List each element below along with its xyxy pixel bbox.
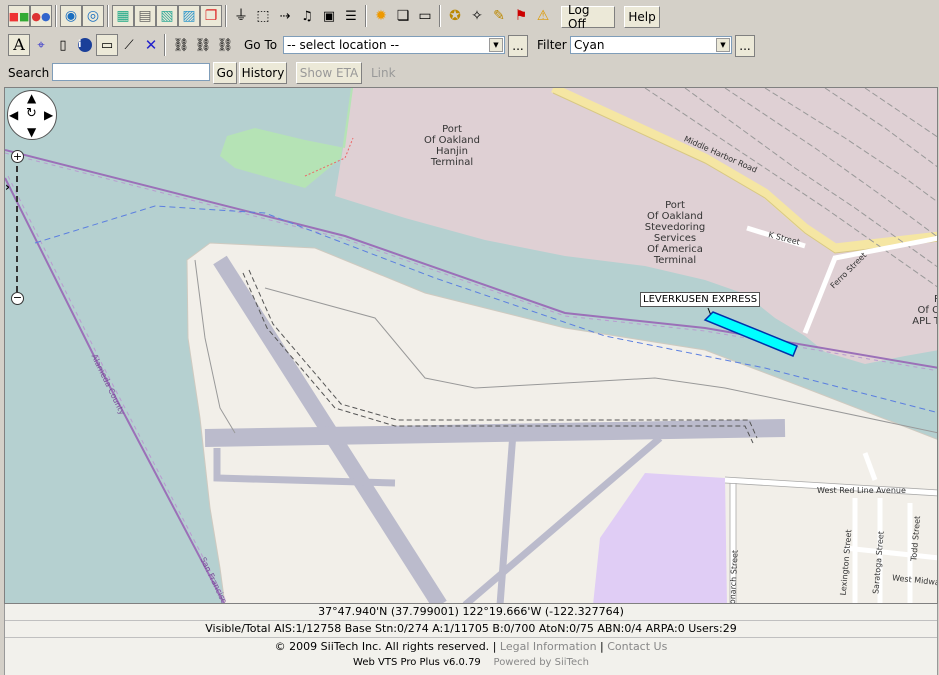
globe-icon[interactable]: ◉ xyxy=(60,5,82,27)
goto-more-button[interactable]: ... xyxy=(508,35,528,57)
park-area xyxy=(220,88,353,188)
link-2-icon[interactable]: ⛓ xyxy=(192,34,214,56)
copy-pages-icon[interactable]: ❏ xyxy=(392,5,414,27)
windows-logo-icon[interactable]: ■ ■ xyxy=(8,5,30,27)
goto-label: Go To xyxy=(244,38,278,52)
help-button[interactable]: Help xyxy=(624,6,660,28)
satellite-layer-icon[interactable]: ▨ xyxy=(178,5,200,27)
secondary-toolbar: A ⌖ ▯ i ▭ ⟋ ✕ ⛓ ⛓ ⛓ Go To -- select loca… xyxy=(0,32,939,59)
monitor-icon[interactable]: ▣ xyxy=(318,5,340,27)
map-layer-icon[interactable]: ▧ xyxy=(156,5,178,27)
goto-select[interactable]: -- select location -- ▼ xyxy=(283,36,505,54)
vessel-label[interactable]: LEVERKUSEN EXPRESS xyxy=(640,292,761,307)
map-view[interactable]: Port Of Oakland Hanjin Terminal Port Of … xyxy=(4,87,938,604)
separator xyxy=(225,5,227,27)
pan-control[interactable]: ▲ ▼ ◀ ▶ ↻ xyxy=(7,90,57,140)
ruler-tool-icon[interactable]: ▯ xyxy=(52,34,74,56)
separator xyxy=(107,5,109,27)
apl-terminal-label: P Of O APL T xyxy=(912,294,937,327)
pointer-tool-icon[interactable]: ⌖ xyxy=(30,34,52,56)
hanjin-terminal-label: Port Of Oakland Hanjin Terminal xyxy=(424,124,480,168)
filter-label: Filter xyxy=(537,38,567,52)
chart-layer-icon[interactable]: ▦ xyxy=(112,5,134,27)
copyright-text: © 2009 SiiTech Inc. All rights reserved. xyxy=(274,640,490,653)
separator xyxy=(365,5,367,27)
pan-right-icon[interactable]: ▶ xyxy=(44,108,53,122)
globe-network-icon[interactable]: ◎ xyxy=(82,5,104,27)
version-line: Web VTS Pro Plus v6.0.79 Powered by SiiT… xyxy=(5,656,937,670)
track-icon[interactable]: ⇢ xyxy=(274,5,296,27)
text-tool-button[interactable]: A xyxy=(8,34,30,56)
clear-x-icon[interactable]: ✕ xyxy=(140,34,162,56)
reset-view-icon[interactable]: ↻ xyxy=(26,106,37,121)
contact-us-link[interactable]: Contact Us xyxy=(607,640,667,653)
log-off-button[interactable]: Log Off xyxy=(561,3,615,31)
search-label: Search xyxy=(8,66,50,80)
legal-information-link[interactable]: Legal Information xyxy=(500,640,597,653)
filter-selected-value: Cyan xyxy=(574,38,605,52)
history-button[interactable]: History xyxy=(239,62,287,84)
flag-icon[interactable]: ⚑ xyxy=(510,5,532,27)
separator xyxy=(439,5,441,27)
folder-star-icon[interactable]: ✪ xyxy=(444,5,466,27)
pan-down-icon[interactable]: ▼ xyxy=(27,125,36,139)
show-eta-button[interactable]: Show ETA xyxy=(296,62,362,84)
footer-separator: | xyxy=(492,640,500,653)
footer-links: © 2009 SiiTech Inc. All rights reserved.… xyxy=(5,639,937,655)
ssa-terminal-label: Port Of Oakland Stevedoring Services Of … xyxy=(644,200,706,266)
powered-by-text: Powered by SiiTech xyxy=(493,657,589,668)
select-area-icon[interactable]: ⬚ xyxy=(252,5,274,27)
zoom-in-icon[interactable]: + xyxy=(11,150,24,163)
link-label[interactable]: Link xyxy=(371,66,396,80)
zoom-out-icon[interactable]: − xyxy=(11,292,24,305)
pan-up-icon[interactable]: ▲ xyxy=(27,91,36,105)
list-window-icon[interactable]: ☰ xyxy=(340,5,362,27)
chevron-down-icon[interactable]: ▼ xyxy=(489,38,503,52)
compass-icon[interactable]: ✧ xyxy=(466,5,488,27)
version-text: Web VTS Pro Plus v6.0.79 xyxy=(353,657,481,668)
id-card-icon[interactable]: ▭ xyxy=(414,5,436,27)
info-icon[interactable]: i xyxy=(74,34,96,56)
goto-selected-value: -- select location -- xyxy=(287,38,400,52)
filter-more-button[interactable]: ... xyxy=(735,35,755,57)
pan-left-icon[interactable]: ◀ xyxy=(9,108,18,122)
sun-icon[interactable]: ✹ xyxy=(370,5,392,27)
comment-icon[interactable]: ▭ xyxy=(96,34,118,56)
zoom-handle-icon[interactable]: › xyxy=(5,180,10,194)
search-toolbar: Search Go History Show ETA Link xyxy=(0,59,939,86)
chevron-down-icon[interactable]: ▼ xyxy=(716,38,730,52)
alarm-bell-icon[interactable]: ♫ xyxy=(296,5,318,27)
ais-statistics: Visible/Total AIS:1/12758 Base Stn:0/274… xyxy=(5,621,937,638)
grid-layer-icon[interactable]: ▤ xyxy=(134,5,156,27)
link-1-icon[interactable]: ⛓ xyxy=(170,34,192,56)
google-logo-icon[interactable]: ● ● xyxy=(30,5,52,27)
overlay-layer-icon[interactable]: ❐ xyxy=(200,5,222,27)
status-panel: 37°47.940'N (37.799001) 122°19.666'W (-1… xyxy=(4,604,938,675)
go-button[interactable]: Go xyxy=(213,62,237,84)
west-red-line-label: West Red Line Avenue xyxy=(817,486,906,495)
main-toolbar: ■ ■ ● ● ◉ ◎ ▦ ▤ ▧ ▨ ❐ ⏚ ⬚ ⇢ ♫ ▣ ☰ ✹ ❏ ▭ ✪ … xyxy=(0,0,939,32)
filter-select[interactable]: Cyan ▼ xyxy=(570,36,732,54)
separator xyxy=(55,5,57,27)
filter-funnel-icon[interactable]: ⏚ xyxy=(230,5,252,27)
separator xyxy=(164,34,166,56)
draw-line-icon[interactable]: ⟋ xyxy=(118,34,140,56)
coordinates-readout: 37°47.940'N (37.799001) 122°19.666'W (-1… xyxy=(5,604,937,621)
link-3-icon[interactable]: ⛓ xyxy=(214,34,236,56)
search-input[interactable] xyxy=(52,63,210,81)
warning-icon[interactable]: ⚠ xyxy=(532,5,554,27)
folder-edit-icon[interactable]: ✎ xyxy=(488,5,510,27)
zoom-slider[interactable] xyxy=(16,166,18,292)
